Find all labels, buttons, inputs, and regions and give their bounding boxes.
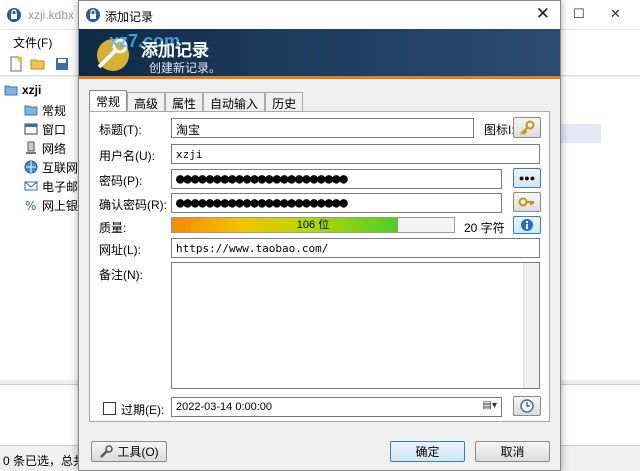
calendar-dropdown-icon[interactable]: ▤▾	[483, 400, 497, 411]
notes-label: 备注(N):	[99, 268, 143, 282]
expiry-label: 过期(E):	[121, 403, 165, 417]
tab-autotype[interactable]: 自动输入	[203, 92, 266, 112]
main-window-title: xzji.kdbx	[28, 8, 75, 22]
password-label: 密码(P):	[99, 174, 143, 188]
url-input[interactable]: https://www.taobao.com/	[171, 238, 540, 258]
dialog-titlebar: 添加记录 ✕	[79, 1, 560, 29]
quality-bar: 106 位	[171, 217, 455, 233]
expiry-date-text: 2022-03-14 0:00:00	[176, 401, 273, 413]
folder-icon	[24, 105, 38, 116]
tab-history[interactable]: 历史	[265, 92, 304, 112]
icon-picker-button[interactable]	[513, 117, 541, 138]
new-file-icon[interactable]	[8, 56, 24, 72]
quality-info-button[interactable]	[513, 216, 541, 234]
tree-item-network[interactable]: 网络	[24, 139, 66, 157]
tree-item-label: 网络	[42, 141, 67, 156]
tab-general[interactable]: 常规	[89, 90, 128, 112]
close-icon[interactable]: ✕	[610, 6, 621, 22]
network-icon	[26, 141, 36, 154]
banner-subtitle: 创建新记录。	[149, 61, 222, 75]
cancel-button[interactable]: 取消	[475, 441, 550, 462]
confirm-password-label: 确认密码(R):	[99, 198, 167, 212]
tree-item-label: 常规	[42, 103, 67, 118]
info-icon	[521, 219, 533, 231]
status-text: 0 条已选，总共	[3, 454, 86, 468]
folder-icon	[4, 85, 18, 96]
password-input[interactable]: ●●●●●●●●●●●●●●●●●●●●●●●	[171, 169, 502, 189]
group-tree: xzji 常规 窗口 网络 互联网 电子邮 % 网上银	[0, 77, 78, 380]
tree-item-windows[interactable]: 窗口	[24, 120, 66, 138]
keepass-lock-icon	[7, 8, 21, 22]
key-icon	[520, 120, 535, 135]
key-generator-icon	[518, 197, 534, 207]
selected-row-highlight	[561, 124, 601, 143]
generate-password-button[interactable]	[513, 192, 541, 212]
dialog-banner: xz7.com 添加记录 创建新记录。	[79, 29, 560, 79]
window-icon	[24, 123, 38, 135]
entry-list[interactable]	[560, 77, 640, 380]
menu-file[interactable]: 文件(F)	[13, 34, 52, 51]
clock-icon	[520, 399, 534, 413]
tree-item-label: 网上银	[42, 198, 79, 213]
banner-accent-bar	[79, 76, 560, 79]
wrench-icon	[100, 444, 114, 458]
save-icon[interactable]	[54, 56, 70, 72]
title-label: 标题(T):	[99, 123, 142, 137]
tree-item-internet[interactable]: 互联网	[24, 158, 78, 176]
keepass-lock-icon	[86, 8, 100, 22]
open-folder-icon[interactable]	[30, 56, 46, 72]
close-icon[interactable]: ✕	[536, 4, 550, 24]
url-label: 网址(L):	[99, 243, 142, 257]
char-count-text: 20 字符	[464, 221, 505, 235]
tree-item-banking[interactable]: % 网上银	[24, 196, 78, 214]
general-tab-panel: 标题(T): 淘宝 图标I: 用户名(U): xzji 密码(P): ●●●●●…	[89, 111, 550, 422]
tools-button[interactable]: 工具(O)	[91, 441, 167, 462]
tree-item-label: 互联网	[42, 160, 79, 175]
notes-textarea[interactable]	[171, 262, 540, 389]
tab-strip: 常规 高级 属性 自动输入 历史	[89, 90, 304, 112]
notes-scrollbar[interactable]	[523, 263, 539, 388]
title-input[interactable]: 淘宝	[171, 118, 474, 138]
tree-item-general[interactable]: 常规	[24, 101, 66, 119]
tree-root-label: xzji	[22, 83, 42, 97]
username-input[interactable]: xzji	[171, 144, 540, 164]
expiry-date-input[interactable]: 2022-03-14 0:00:00 ▤▾	[171, 397, 502, 417]
tab-advanced[interactable]: 高级	[127, 92, 166, 112]
tree-root[interactable]: xzji	[4, 81, 41, 99]
dialog-title: 添加记录	[105, 10, 154, 24]
tree-item-email[interactable]: 电子邮	[24, 177, 78, 195]
percent-icon: %	[25, 199, 36, 212]
add-entry-dialog: 添加记录 ✕ xz7.com 添加记录 创建新记录。 常规 高级 属性 自动输入…	[78, 0, 561, 471]
expiry-presets-button[interactable]	[513, 396, 541, 416]
globe-icon	[24, 160, 38, 174]
quality-bits-text: 106 位	[296, 219, 330, 231]
banner-title: 添加记录	[141, 41, 209, 60]
username-label: 用户名(U):	[99, 149, 155, 163]
maximize-icon[interactable]: ☐	[573, 6, 585, 22]
expiry-checkbox[interactable]	[103, 402, 116, 415]
tree-item-label: 电子邮	[42, 179, 79, 194]
ok-button[interactable]: 确定	[390, 441, 465, 462]
email-icon	[24, 181, 38, 191]
tools-button-label: 工具(O)	[117, 445, 159, 459]
tree-item-label: 窗口	[42, 122, 67, 137]
tab-properties[interactable]: 属性	[165, 92, 204, 112]
svg-text:%: %	[25, 199, 36, 212]
confirm-password-input[interactable]: ●●●●●●●●●●●●●●●●●●●●●●●	[171, 193, 502, 213]
quality-label: 质量:	[99, 221, 127, 235]
show-password-button[interactable]: ●●●	[513, 168, 541, 188]
icon-label: 图标I:	[484, 123, 515, 137]
